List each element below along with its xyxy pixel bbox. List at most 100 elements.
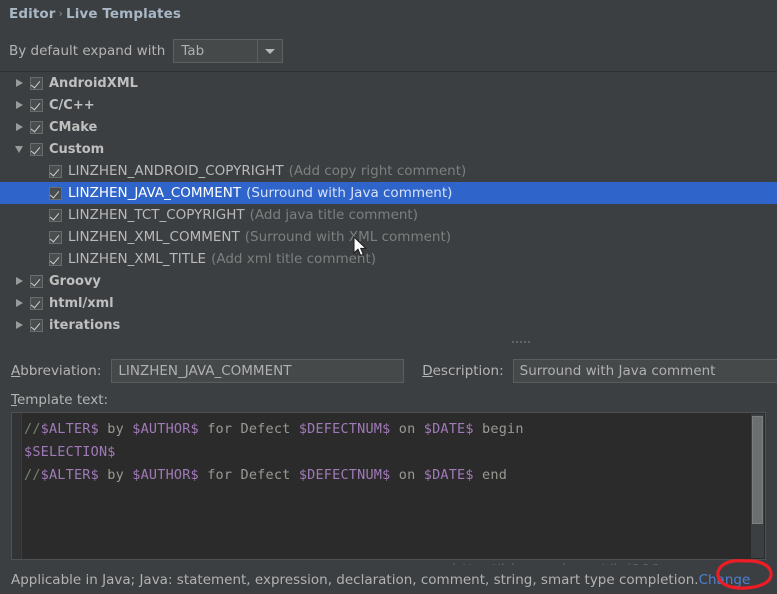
- applicable-context-text: Applicable in Java; Java: statement, exp…: [11, 571, 699, 588]
- tree-group-row[interactable]: Groovy: [0, 270, 777, 292]
- template-name: LINZHEN_ANDROID_COPYRIGHT: [68, 163, 284, 179]
- live-templates-tree[interactable]: AndroidXML C/C++ CMake Custom LINZHEN_ANDROI…: [0, 71, 777, 339]
- checkbox-icon[interactable]: [30, 120, 43, 134]
- description-label-text: escription:: [432, 363, 504, 379]
- template-name: LINZHEN_XML_TITLE: [68, 251, 207, 267]
- checkbox-icon[interactable]: [30, 274, 43, 288]
- editor-gutter: [12, 413, 22, 559]
- chevron-down-icon[interactable]: [8, 145, 30, 153]
- abbreviation-label-text: bbreviation:: [20, 363, 102, 379]
- template-variable-token: $ALTER$: [40, 467, 99, 483]
- checkbox-icon[interactable]: [30, 296, 43, 310]
- description-input[interactable]: Surround with Java comment: [512, 359, 777, 383]
- code-token: begin: [473, 421, 524, 437]
- chevron-down-icon[interactable]: [257, 40, 282, 62]
- template-variable-token: $SELECTION$: [24, 444, 116, 460]
- expand-with-row: By default expand with Tab: [9, 38, 284, 64]
- abbreviation-value: LINZHEN_JAVA_COMMENT: [118, 363, 292, 379]
- template-description: (Surround with XML comment): [244, 229, 452, 245]
- breadcrumb-current: Live Templates: [66, 6, 181, 22]
- tree-template-row[interactable]: LINZHEN_XML_COMMENT (Surround with XML co…: [0, 226, 777, 248]
- template-text-editor[interactable]: //$ALTER$ by $AUTHOR$ for Defect $DEFECT…: [11, 412, 766, 560]
- checkbox-icon[interactable]: [49, 186, 62, 200]
- checkbox-icon[interactable]: [49, 208, 62, 222]
- template-text-label: Template text:: [11, 392, 109, 408]
- template-description: (Surround with Java comment): [246, 185, 453, 201]
- template-description: (Add java title comment): [249, 207, 418, 223]
- code-token: on: [390, 421, 424, 437]
- checkbox-icon[interactable]: [49, 230, 62, 244]
- template-name: LINZHEN_XML_COMMENT: [68, 229, 240, 245]
- code-token: end: [473, 467, 508, 483]
- code-token: for Defect: [198, 467, 299, 483]
- tree-group-row[interactable]: html/xml: [0, 292, 777, 314]
- tree-group-label: AndroidXML: [49, 75, 138, 91]
- abbreviation-label: Abbreviation:: [11, 363, 102, 379]
- template-code[interactable]: //$ALTER$ by $AUTHOR$ for Defect $DEFECT…: [24, 418, 749, 487]
- panel-splitter[interactable]: [0, 337, 777, 348]
- template-variable-token: $AUTHOR$: [132, 467, 199, 483]
- code-token: by: [98, 467, 133, 483]
- tree-group-row[interactable]: AndroidXML: [0, 72, 777, 94]
- code-token: //: [24, 467, 41, 483]
- tree-group-row[interactable]: Custom: [0, 138, 777, 160]
- tree-template-row[interactable]: LINZHEN_TCT_COPYRIGHT (Add java title com…: [0, 204, 777, 226]
- chevron-right-icon[interactable]: [8, 277, 30, 285]
- template-name: LINZHEN_JAVA_COMMENT: [68, 185, 242, 201]
- chevron-right-icon[interactable]: [8, 299, 30, 307]
- tree-group-row[interactable]: C/C++: [0, 94, 777, 116]
- code-line: //$ALTER$ by $AUTHOR$ for Defect $DEFECT…: [24, 418, 749, 441]
- tree-group-label: iterations: [49, 317, 121, 333]
- code-token: by: [98, 421, 133, 437]
- tree-group-label: CMake: [49, 119, 98, 135]
- template-variable-token: $ALTER$: [40, 421, 99, 437]
- description-label: Description:: [422, 363, 504, 379]
- template-variable-token: $DATE$: [423, 421, 474, 437]
- template-variable-token: $DATE$: [423, 467, 474, 483]
- template-fields-row: Abbreviation: LINZHEN_JAVA_COMMENT Descr…: [0, 358, 777, 384]
- chevron-right-icon[interactable]: [8, 79, 30, 87]
- checkbox-icon[interactable]: [49, 252, 62, 266]
- checkbox-icon[interactable]: [49, 164, 62, 178]
- template-description: (Add xml title comment): [211, 251, 377, 267]
- tree-group-row[interactable]: CMake: [0, 116, 777, 138]
- breadcrumb: Editor › Live Templates: [9, 6, 181, 22]
- status-bar: Applicable in Java; Java: statement, exp…: [0, 565, 777, 594]
- template-variable-token: $DEFECTNUM$: [298, 467, 391, 483]
- checkbox-icon[interactable]: [30, 318, 43, 332]
- editor-vertical-scrollbar[interactable]: [751, 414, 764, 558]
- expand-with-label: By default expand with: [9, 43, 166, 59]
- description-value: Surround with Java comment: [519, 363, 716, 379]
- tree-group-row[interactable]: iterations: [0, 314, 777, 336]
- template-variable-token: $AUTHOR$: [132, 421, 199, 437]
- code-line: $SELECTION$: [24, 441, 749, 464]
- template-description: (Add copy right comment): [288, 163, 467, 179]
- checkbox-icon[interactable]: [30, 142, 43, 156]
- breadcrumb-root[interactable]: Editor: [9, 6, 56, 22]
- code-line: //$ALTER$ by $AUTHOR$ for Defect $DEFECT…: [24, 464, 749, 487]
- scrollbar-thumb[interactable]: [752, 416, 763, 524]
- template-text-label-text: emplate text:: [16, 392, 109, 408]
- template-variable-token: $DEFECTNUM$: [298, 421, 391, 437]
- chevron-right-icon[interactable]: [8, 101, 30, 109]
- tree-group-label: C/C++: [49, 97, 95, 113]
- tree-template-row[interactable]: LINZHEN_XML_TITLE (Add xml title comment): [0, 248, 777, 270]
- chevron-right-icon[interactable]: [8, 123, 30, 131]
- code-token: //: [24, 421, 41, 437]
- splitter-grip-icon: [511, 340, 530, 345]
- breadcrumb-separator: ›: [58, 7, 63, 20]
- chevron-right-icon[interactable]: [8, 321, 30, 329]
- tree-group-label: Custom: [49, 141, 105, 157]
- checkbox-icon[interactable]: [30, 98, 43, 112]
- tree-group-label: html/xml: [49, 295, 114, 311]
- code-token: for Defect: [198, 421, 299, 437]
- tree-group-label: Groovy: [49, 273, 101, 289]
- expand-with-value: Tab: [181, 43, 205, 59]
- tree-template-row[interactable]: LINZHEN_JAVA_COMMENT (Surround with Java …: [0, 182, 777, 204]
- checkbox-icon[interactable]: [30, 76, 43, 90]
- change-context-link[interactable]: Change: [699, 572, 751, 588]
- abbreviation-input[interactable]: LINZHEN_JAVA_COMMENT: [111, 359, 405, 383]
- template-name: LINZHEN_TCT_COPYRIGHT: [68, 207, 245, 223]
- expand-with-select[interactable]: Tab: [173, 39, 284, 63]
- tree-template-row[interactable]: LINZHEN_ANDROID_COPYRIGHT (Add copy right…: [0, 160, 777, 182]
